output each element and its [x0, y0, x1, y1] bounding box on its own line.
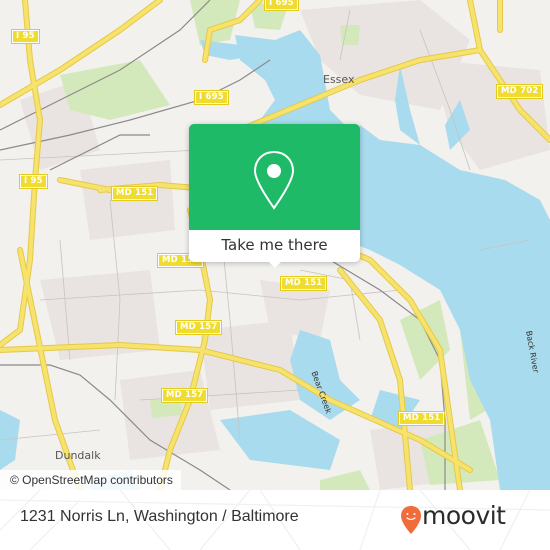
- road-shield-i695: I 695: [194, 90, 229, 105]
- road-shield-md157: MD 157: [160, 388, 209, 403]
- road-shield-md151: MD 151: [397, 411, 446, 426]
- address-text: 1231 Norris Ln, Washington / Baltimore: [20, 508, 299, 525]
- map[interactable]: I 695 I 95 I 695 I 95 MD 151 MD 151 MD 1…: [0, 0, 550, 490]
- moovit-wordmark: moovit: [422, 501, 506, 530]
- road-shield-md157: MD 157: [174, 320, 223, 335]
- destination-popup[interactable]: Take me there: [189, 124, 360, 268]
- road-shield-i95: I 95: [11, 29, 40, 44]
- road-shield-md151: MD 151: [110, 186, 159, 201]
- moovit-logo[interactable]: moovit: [400, 501, 530, 536]
- osm-attribution[interactable]: © OpenStreetMap contributors: [0, 470, 181, 490]
- map-pin-icon: [253, 150, 295, 210]
- road-shield-i695: I 695: [264, 0, 299, 11]
- road-shield-md151: MD 151: [279, 276, 328, 291]
- place-label-essex: Essex: [323, 73, 355, 86]
- road-shield-i95: I 95: [19, 174, 48, 189]
- place-label-dundalk: Dundalk: [55, 449, 101, 462]
- popup-tail: [265, 258, 285, 268]
- moovit-pin-icon: [401, 506, 421, 534]
- road-shield-md702: MD 702: [495, 84, 544, 99]
- popup-header: [189, 124, 360, 230]
- footer-bar: 1231 Norris Ln, Washington / Baltimore m…: [0, 490, 550, 550]
